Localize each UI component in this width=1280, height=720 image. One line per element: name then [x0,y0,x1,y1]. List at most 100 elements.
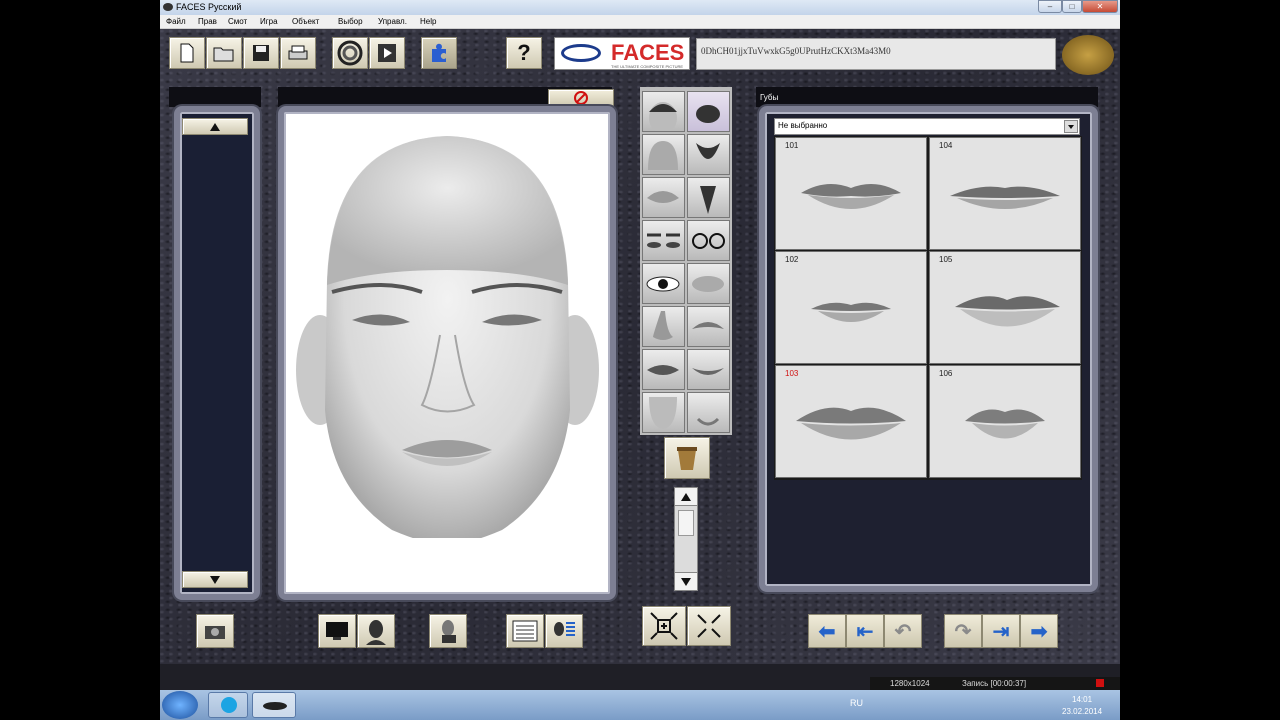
language-indicator[interactable]: RU [850,698,863,708]
new-file-button[interactable] [169,37,205,69]
chin-detail-icon [696,417,720,426]
faces-window: FACES Русский – □ ✕ Файл Прав Смот Игра … [160,0,1120,690]
window-title: FACES Русский [176,2,242,12]
slider-thumb[interactable] [678,510,694,536]
stop-record-icon[interactable] [1096,679,1104,687]
category-glasses[interactable] [687,220,730,261]
document-report-icon [512,620,538,642]
logo-text: FACES [611,40,685,65]
lips-option-icon [811,302,891,322]
menu-control[interactable]: Управл. [378,17,407,26]
category-eyebrows[interactable] [642,177,685,218]
save-button[interactable] [243,37,279,69]
trash-button[interactable] [664,437,710,479]
size-slider[interactable] [674,487,698,591]
move-last-button[interactable]: ⇥ [982,614,1020,648]
monitor-view-button[interactable] [318,614,356,648]
feature-dropdown[interactable]: Не выбранно [774,118,1080,135]
print-portrait-button[interactable] [429,614,467,648]
beard-icon [696,143,720,159]
move-right-button[interactable]: ➡ [1020,614,1058,648]
taskbar: RU 14:01 23.02.2014 [160,690,1120,720]
camera-button[interactable] [196,614,234,648]
face-portrait-icon [366,620,386,645]
feature-item[interactable]: 101 [775,137,927,250]
category-hair-style[interactable] [687,91,730,132]
maximize-button[interactable]: □ [1062,0,1082,13]
category-chin[interactable] [642,392,685,433]
arrow-right-icon: ➡ [1030,620,1048,643]
category-mustache[interactable] [687,306,730,347]
arrow-down-icon [681,577,691,586]
category-lips[interactable] [642,349,685,390]
open-file-button[interactable] [206,37,242,69]
zoom-in-button[interactable] [642,606,686,646]
help-button[interactable]: ? [506,37,542,69]
slider-up-button[interactable] [675,488,697,506]
id-card-icon [554,622,575,636]
lips-option-icon [950,186,1060,209]
lips-option-icon [965,409,1045,439]
faces-eye-icon [263,702,287,710]
menu-select[interactable]: Выбор [338,17,363,26]
category-nose[interactable] [642,306,685,347]
menu-view[interactable]: Смот [228,17,247,26]
print-button[interactable] [280,37,316,69]
taskbar-faces[interactable] [252,692,296,718]
mustache-icon [692,322,724,329]
feature-item-number: 102 [785,255,799,264]
title-bar: FACES Русский – □ ✕ [160,0,1120,15]
no-sign-icon [574,91,588,105]
composite-canvas[interactable] [292,120,603,588]
redo-button[interactable]: ↷ [944,614,982,648]
category-hairline[interactable] [642,134,685,175]
menu-game[interactable]: Игра [260,17,278,26]
clear-button[interactable] [548,89,614,107]
zoom-out-button[interactable] [687,606,731,646]
shrink-icon [697,614,721,638]
category-eyes[interactable] [642,220,685,261]
taskbar-skype[interactable] [208,692,248,718]
menu-help[interactable]: Help [420,17,436,26]
clock-date: 23.02.2014 [1062,707,1103,716]
category-mouth-smile[interactable] [687,349,730,390]
feature-item[interactable]: 102 [775,251,927,364]
category-chin-detail[interactable] [687,392,730,433]
feature-item[interactable]: 104 [929,137,1081,250]
eyebrows-icon [647,191,679,203]
glasses-icon [692,233,725,249]
portrait-view-button[interactable] [357,614,395,648]
start-button[interactable] [162,691,198,719]
minimize-button[interactable]: – [1038,0,1062,13]
scroll-down-button[interactable] [182,571,248,588]
menu-object[interactable]: Объект [292,17,319,26]
category-beard[interactable] [687,134,730,175]
menu-file[interactable]: Файл [166,17,186,26]
monitor-icon [326,622,348,640]
dropdown-arrow-icon[interactable] [1064,120,1078,133]
report-button[interactable] [506,614,544,648]
category-eye-detail[interactable] [642,263,685,304]
id-card-button[interactable] [545,614,583,648]
left-header-strip [169,87,261,107]
license-code-field[interactable]: 0DhCH01jjxTuVwxkG5g0UPrutHzCKXt3Ma43M0 [696,38,1056,70]
close-button[interactable]: ✕ [1082,0,1118,13]
move-first-button[interactable]: ⇤ [846,614,884,648]
category-head-shape[interactable] [642,91,685,134]
feature-item[interactable]: 106 [929,365,1081,478]
category-goatee[interactable] [687,177,730,218]
scroll-up-button[interactable] [182,118,248,135]
puzzle-button[interactable] [421,37,457,69]
feature-item[interactable]: 105 [929,251,1081,364]
feature-item[interactable]: 103 [775,365,927,478]
menu-edit[interactable]: Прав [198,17,217,26]
move-left-button[interactable]: ⬅ [808,614,846,648]
arrow-up-icon [210,122,220,131]
category-lips-closeup[interactable] [687,263,730,304]
arrow-up-icon [681,492,691,501]
slider-down-button[interactable] [675,572,697,590]
play-button[interactable] [369,37,405,69]
morph-button[interactable] [332,37,368,69]
undo-button[interactable]: ↶ [884,614,922,648]
undo-icon: ↶ [894,620,912,643]
